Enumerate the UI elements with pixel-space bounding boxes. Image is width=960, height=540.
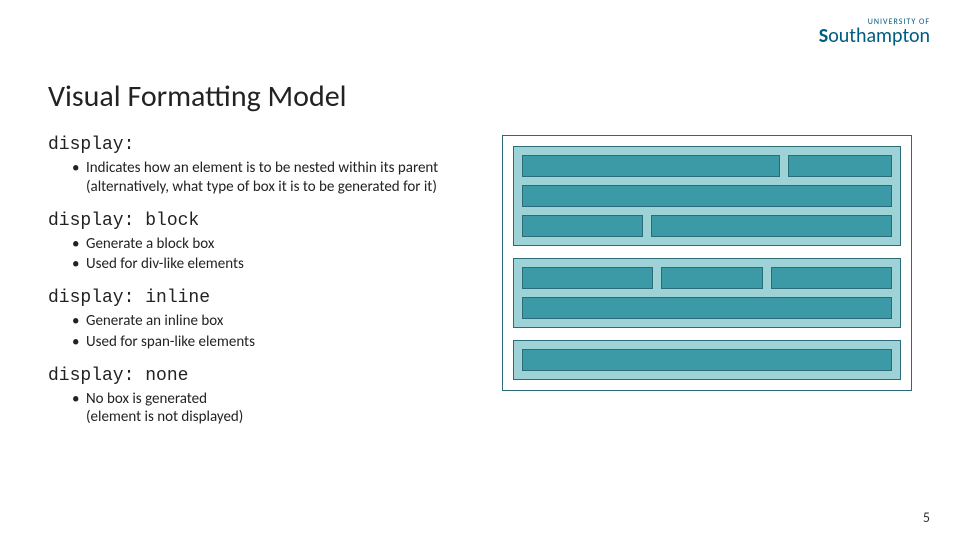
section-heading: display: <box>48 135 478 155</box>
page-number: 5 <box>923 509 930 526</box>
section-heading: display: block <box>48 211 478 231</box>
block-box <box>513 340 901 380</box>
inline-bar <box>522 215 643 237</box>
bullet: Generate a block box <box>72 235 478 254</box>
university-logo: UNIVERSITY OF Southampton <box>819 18 930 46</box>
section-none: display: none No box is generated (eleme… <box>48 366 478 428</box>
inline-bar <box>661 267 762 289</box>
page-title: Visual Formatting Model <box>48 78 912 115</box>
box-diagram <box>502 135 912 391</box>
inline-bar <box>522 185 892 207</box>
bullet: Indicates how an element is to be nested… <box>72 159 478 197</box>
inline-bar <box>522 297 892 319</box>
inline-bar <box>651 215 892 237</box>
text-column: display: Indicates how an element is to … <box>48 135 478 441</box>
section-block: display: block Generate a block box Used… <box>48 211 478 275</box>
inline-bar <box>522 267 653 289</box>
inline-bar <box>788 155 892 177</box>
inline-bar <box>522 155 780 177</box>
section-display: display: Indicates how an element is to … <box>48 135 478 197</box>
block-box <box>513 258 901 328</box>
inline-bar <box>522 349 892 371</box>
block-box <box>513 146 901 246</box>
diagram-column <box>502 135 912 441</box>
bullet: Used for span-like elements <box>72 333 478 352</box>
bullet: Generate an inline box <box>72 312 478 331</box>
bullet: Used for div-like elements <box>72 255 478 274</box>
logo-name: Southampton <box>819 26 930 46</box>
section-inline: display: inline Generate an inline box U… <box>48 288 478 352</box>
section-heading: display: none <box>48 366 478 386</box>
bullet: No box is generated (element is not disp… <box>72 390 478 428</box>
section-heading: display: inline <box>48 288 478 308</box>
inline-bar <box>771 267 892 289</box>
